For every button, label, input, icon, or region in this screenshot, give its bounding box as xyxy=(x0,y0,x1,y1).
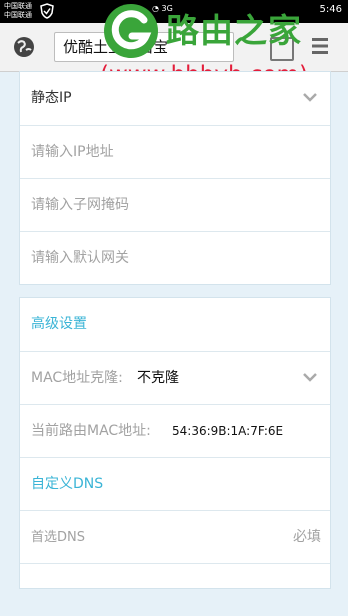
subnet-mask-placeholder: 请输入子网掩码 xyxy=(31,197,129,213)
primary-dns-label: 首选DNS xyxy=(31,530,85,545)
watermark-logo-icon xyxy=(104,4,158,58)
router-settings-page: 静态IP 请输入IP地址 请输入子网掩码 请输入默认网关 高级设置 MAC地址克… xyxy=(0,71,348,589)
ip-address-placeholder: 请输入IP地址 xyxy=(31,144,114,160)
ip-address-input[interactable]: 请输入IP地址 xyxy=(20,125,330,178)
chevron-down-icon xyxy=(303,373,317,382)
secondary-dns-input[interactable] xyxy=(20,563,330,616)
current-mac-value: 54:36:9B:1A:7F:6E xyxy=(172,424,284,438)
network-settings-card: 静态IP 请输入IP地址 请输入子网掩码 请输入默认网关 xyxy=(19,71,331,285)
globe-icon[interactable] xyxy=(12,35,36,59)
clock: 5:46 xyxy=(319,4,342,15)
default-gateway-placeholder: 请输入默认网关 xyxy=(31,250,129,266)
watermark-brand: 路由之家 xyxy=(166,11,302,50)
mac-clone-label: MAC地址克隆: xyxy=(31,370,123,386)
custom-dns-title: 自定义DNS xyxy=(31,476,104,492)
connection-mode-value: 静态IP xyxy=(31,90,72,106)
mac-clone-select[interactable]: MAC地址克隆: 不克隆 xyxy=(20,351,330,404)
current-mac-row: 当前路由MAC地址: 54:36:9B:1A:7F:6E xyxy=(20,404,330,457)
shield-icon xyxy=(40,3,54,19)
advanced-settings-card: 高级设置 MAC地址克隆: 不克隆 当前路由MAC地址: 54:36:9B:1A… xyxy=(19,297,331,589)
menu-icon[interactable] xyxy=(310,35,330,57)
carrier-labels: 中国联通 中国联通 xyxy=(4,2,32,20)
advanced-settings-title: 高级设置 xyxy=(31,316,87,332)
subnet-mask-input[interactable]: 请输入子网掩码 xyxy=(20,178,330,231)
chevron-down-icon xyxy=(303,93,317,102)
custom-dns-header: 自定义DNS xyxy=(20,457,330,510)
primary-dns-required-hint: 必填 xyxy=(293,529,321,545)
current-mac-label: 当前路由MAC地址: xyxy=(31,423,151,439)
mac-clone-value: 不克隆 xyxy=(137,370,179,386)
default-gateway-input[interactable]: 请输入默认网关 xyxy=(20,231,330,284)
carrier-1: 中国联通 xyxy=(4,2,32,10)
advanced-settings-header: 高级设置 xyxy=(20,298,330,351)
connection-mode-select[interactable]: 静态IP xyxy=(20,72,330,125)
carrier-2: 中国联通 xyxy=(4,11,32,19)
primary-dns-input[interactable]: 首选DNS 必填 xyxy=(20,510,330,563)
